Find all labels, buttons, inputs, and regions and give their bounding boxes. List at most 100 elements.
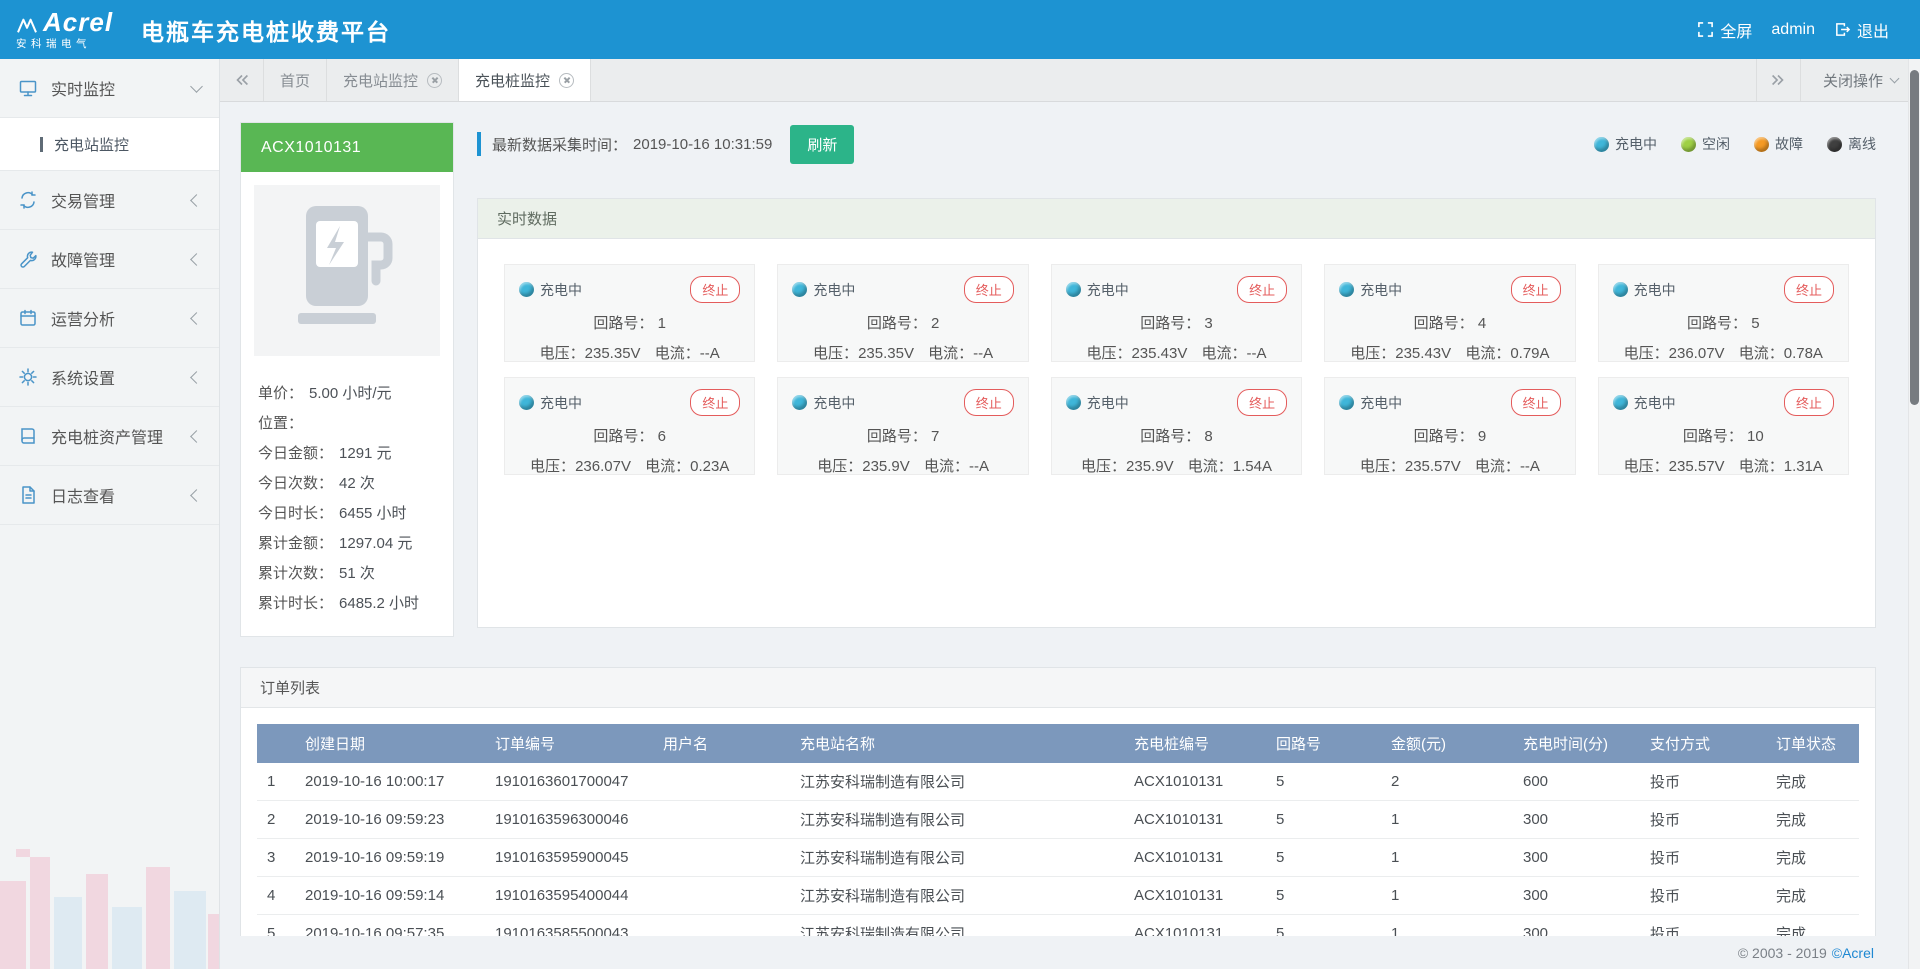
tabs-scroll-right-button[interactable] <box>1756 59 1800 101</box>
current-value: 1.31A <box>1784 458 1823 475</box>
terminate-button[interactable]: 终止 <box>964 276 1014 303</box>
cell-order-number: 1910163595900045 <box>485 839 653 877</box>
fullscreen-button[interactable]: 全屏 <box>1692 18 1757 42</box>
circuit-status: 充电中 <box>1339 280 1402 300</box>
terminate-button[interactable]: 终止 <box>964 389 1014 416</box>
legend-label: 离线 <box>1848 134 1876 154</box>
city-skyline-decoration <box>0 819 220 969</box>
close-tab-icon[interactable] <box>427 73 442 88</box>
terminate-button[interactable]: 终止 <box>1511 389 1561 416</box>
sidebar-item-log-viewer[interactable]: 日志查看 <box>0 466 219 525</box>
sidebar-item-operation-analysis[interactable]: 运营分析 <box>0 289 219 348</box>
sidebar-item-realtime-monitoring[interactable]: 实时监控 <box>0 59 219 118</box>
circuit-card: 充电中 终止 回路号： 2 电压：235.35V 电流：--A <box>777 264 1028 362</box>
close-tab-icon[interactable] <box>559 73 574 88</box>
order-table-row: 5 2019-10-16 09:57:35 1910163585500043 江… <box>257 915 1859 937</box>
fullscreen-label: 全屏 <box>1720 18 1752 42</box>
voltage-value: 235.43V <box>1395 345 1451 362</box>
voltage-label: 电压： <box>530 458 575 475</box>
current-value: --A <box>969 458 989 475</box>
cell-order-number: 1910163601700047 <box>485 763 653 801</box>
tabbar-actions: 关闭操作 <box>1756 59 1920 101</box>
circuit-status-label: 充电中 <box>1360 393 1402 413</box>
page-footer: © 2003 - 2019 ©Acrel <box>220 936 1920 969</box>
sidebar-subitem-station-monitoring[interactable]: 充电站监控 <box>0 118 219 171</box>
sidebar-item-transaction-management[interactable]: 交易管理 <box>0 171 219 230</box>
cell-amount: 1 <box>1381 915 1513 937</box>
current-label: 电流： <box>655 345 700 362</box>
cell-payment-method: 投币 <box>1640 801 1766 839</box>
acrel-link[interactable]: ©Acrel <box>1832 945 1874 961</box>
sidebar: 实时监控 充电站监控 交易管理 故障管理 <box>0 59 220 969</box>
user-menu[interactable]: admin <box>1766 21 1820 39</box>
legend-item: 故障 <box>1754 134 1803 154</box>
circuit-cards-grid: 充电中 终止 回路号： 1 电压：235.35V 电流：--A 充电中 终止 回… <box>478 239 1875 500</box>
scrollbar-thumb[interactable] <box>1910 70 1919 405</box>
terminate-button[interactable]: 终止 <box>1784 276 1834 303</box>
tab-label: 充电桩监控 <box>475 70 550 91</box>
tab-station-monitoring[interactable]: 充电站监控 <box>327 59 459 101</box>
status-dot-icon <box>1827 137 1842 152</box>
orders-column-header: 充电桩编号 <box>1124 724 1266 763</box>
acrel-logo: Acrel 安科瑞电气 <box>16 9 113 50</box>
acrel-logo-mark-icon <box>16 17 38 35</box>
legend-item: 空闲 <box>1681 134 1730 154</box>
voltage-value: 235.35V <box>585 345 641 362</box>
current-label: 电流： <box>1465 345 1510 362</box>
cell-pile-number: ACX1010131 <box>1124 763 1266 801</box>
terminate-button[interactable]: 终止 <box>1511 276 1561 303</box>
voltage-current-line: 电压：235.35V 电流：--A <box>519 342 740 363</box>
circuit-status: 充电中 <box>1066 393 1129 413</box>
device-stat-line: 累计时长：6485.2 小时 <box>258 589 436 619</box>
cell-row-index: 4 <box>257 877 295 915</box>
stat-value: 5.00 小时/元 <box>309 385 392 402</box>
terminate-button[interactable]: 终止 <box>690 389 740 416</box>
chevron-left-icon <box>190 312 203 325</box>
terminate-button[interactable]: 终止 <box>1237 276 1287 303</box>
copyright-text: © 2003 - 2019 <box>1738 945 1827 961</box>
refresh-button[interactable]: 刷新 <box>790 125 854 164</box>
sidebar-item-pile-asset-management[interactable]: 充电桩资产管理 <box>0 407 219 466</box>
current-label: 电流： <box>924 458 969 475</box>
sidebar-item-fault-management[interactable]: 故障管理 <box>0 230 219 289</box>
close-operations-button[interactable]: 关闭操作 <box>1800 59 1920 101</box>
circuit-status: 充电中 <box>792 393 855 413</box>
stat-label: 今日金额： <box>258 445 333 462</box>
sidebar-item-system-settings[interactable]: 系统设置 <box>0 348 219 407</box>
circuit-card-top: 充电中 终止 <box>1066 389 1287 416</box>
charging-status-dot-icon <box>1066 282 1081 297</box>
tab-pile-monitoring[interactable]: 充电桩监控 <box>459 59 591 101</box>
voltage-value: 235.9V <box>1126 458 1174 475</box>
circuit-number-label: 回路号： <box>867 315 927 332</box>
device-stat-line: 今日金额：1291 元 <box>258 439 436 469</box>
accent-bar <box>477 132 481 156</box>
device-stat-line: 位置： <box>258 409 436 439</box>
page-scrollbar[interactable] <box>1908 59 1920 969</box>
cell-username <box>653 801 790 839</box>
circuit-number-label: 回路号： <box>593 428 653 445</box>
voltage-current-line: 电压：236.07V 电流：0.23A <box>519 455 740 476</box>
chevron-left-icon <box>190 253 203 266</box>
cell-amount: 1 <box>1381 877 1513 915</box>
charging-status-dot-icon <box>792 395 807 410</box>
orders-column-header: 金额(元) <box>1381 724 1513 763</box>
terminate-button[interactable]: 终止 <box>1784 389 1834 416</box>
voltage-value: 236.07V <box>1669 345 1725 362</box>
stat-value: 6455 小时 <box>339 505 407 522</box>
tabs-scroll-left-button[interactable] <box>220 59 264 101</box>
terminate-button[interactable]: 终止 <box>1237 389 1287 416</box>
voltage-label: 电压： <box>540 345 585 362</box>
voltage-label: 电压： <box>1624 345 1669 362</box>
tab-label: 首页 <box>280 70 310 91</box>
voltage-current-line: 电压：236.07V 电流：0.78A <box>1613 342 1834 363</box>
logout-button[interactable]: 退出 <box>1829 18 1894 42</box>
tab-home[interactable]: 首页 <box>264 59 327 101</box>
tab-label: 充电站监控 <box>343 70 418 91</box>
circuit-card-top: 充电中 终止 <box>1339 389 1560 416</box>
username-text: admin <box>1771 21 1815 39</box>
terminate-button[interactable]: 终止 <box>690 276 740 303</box>
circuit-number-value: 9 <box>1478 428 1486 445</box>
chevron-left-icon <box>190 430 203 443</box>
cell-username <box>653 763 790 801</box>
device-stat-line: 累计次数：51 次 <box>258 559 436 589</box>
